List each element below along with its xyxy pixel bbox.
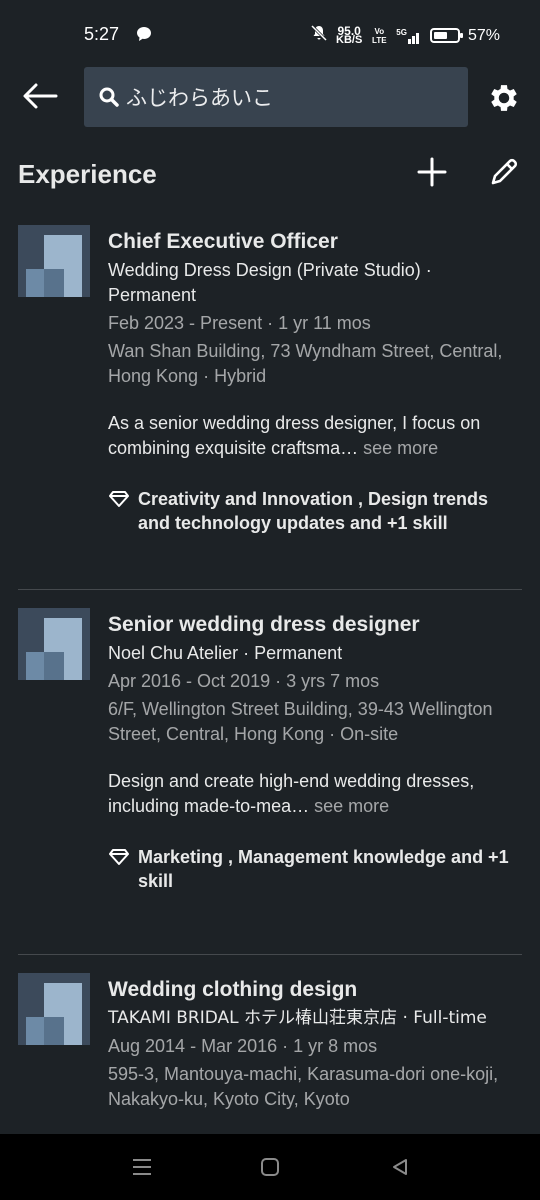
experience-location: 6/F, Wellington Street Building, 39-43 W… [108,699,493,744]
menu-icon [133,1159,151,1175]
recent-apps-button[interactable] [127,1154,157,1180]
diamond-icon [108,845,138,893]
settings-button[interactable] [486,80,522,116]
top-bar [0,66,540,128]
search-input[interactable] [126,85,446,109]
signal-icon: 5G [396,28,422,44]
plus-icon [417,157,447,187]
system-nav-bar [0,1134,540,1200]
see-more-link[interactable]: see more [314,796,389,816]
experience-title: Chief Executive Officer [108,230,338,253]
experience-title: Senior wedding dress designer [108,613,420,636]
section-title: Experience [18,159,157,189]
battery-icon [429,28,463,43]
experience-dates: Aug 2014 - Mar 2016 · 1 yr 8 mos [108,1036,378,1056]
experience-skills[interactable]: Creativity and Innovation , Design trend… [108,487,522,535]
back-button[interactable] [22,78,62,114]
status-time: 5:27 [84,24,120,44]
experience-title: Wedding clothing design [108,978,358,1001]
speed-unit: KB/S [336,33,363,46]
arrow-left-icon [23,83,58,109]
mute-icon [310,24,328,47]
battery-level [433,32,447,39]
experience-dates: Apr 2016 - Oct 2019 · 3 yrs 7 mos [108,671,380,691]
experience-skills[interactable]: Marketing , Management knowledge and +1 … [108,845,522,893]
experience-dates: Feb 2023 - Present · 1 yr 11 mos [108,313,371,333]
edit-experience-button[interactable] [486,154,522,190]
company-logo [18,225,90,297]
network-type: 5G [396,27,407,37]
battery-percent: 57% [467,26,500,44]
company-logo [18,973,90,1045]
skills-text: Creativity and Innovation , Design trend… [138,489,489,533]
experience-location: 595-3, Mantouya-machi, Karasuma-dori one… [108,1064,499,1109]
status-bar: 5:27 95.0 KB/S Vo LTE 5G 57% [0,0,540,66]
message-bubble-icon [136,26,152,47]
nav-back-button[interactable] [385,1154,415,1180]
experience-location: Wan Shan Building, 73 Wyndham Street, Ce… [108,341,503,386]
experience-company: Wedding Dress Design (Private Studio) · … [108,260,432,305]
experience-description: Design and create high-end wedding dress… [108,769,522,819]
skills-text: Marketing , Management knowledge and +1 … [138,847,509,891]
experience-company: TAKAMI BRIDAL ホテル椿山荘東京店 · Full-time [108,1008,487,1028]
section-header: Experience [0,150,540,200]
search-bar[interactable] [84,67,468,127]
pencil-icon [491,158,518,185]
experience-company: Noel Chu Atelier · Permanent [108,643,343,663]
volte-indicator: Vo LTE [372,26,387,45]
company-logo [18,608,90,680]
add-experience-button[interactable] [414,154,450,190]
status-indicators: 95.0 KB/S Vo LTE 5G 57% [310,24,500,47]
experience-description: As a senior wedding dress designer, I fo… [108,411,522,461]
gear-icon [491,85,517,111]
divider [18,954,522,955]
see-more-link[interactable]: see more [363,438,438,458]
description-text: Design and create high-end wedding dress… [108,771,475,816]
diamond-icon [108,487,138,535]
search-icon [99,87,119,107]
triangle-back-icon [393,1159,407,1175]
home-button[interactable] [255,1154,285,1180]
divider [18,589,522,590]
network-speed: 95.0 KB/S [336,25,363,46]
home-square-icon [261,1158,279,1176]
